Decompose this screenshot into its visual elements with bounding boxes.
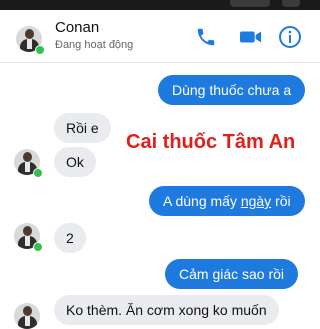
incoming-message: Rồi e — [54, 113, 111, 143]
incoming-message: Ok — [54, 147, 96, 177]
contact-name[interactable]: Conan — [55, 19, 99, 36]
incoming-message: Ko thèm. Ăn cơm xong ko muốn — [54, 295, 279, 325]
outgoing-message: Dùng thuốc chưa a — [158, 75, 306, 105]
chat-header: Conan Đang hoạt động — [0, 10, 320, 63]
outgoing-message: A dùng mấy ngày rồi — [149, 186, 305, 216]
contact-avatar-small — [14, 303, 40, 329]
message-list[interactable]: Dùng thuốc chưa a Rồi e Ok Cai thuốc Tâm… — [0, 63, 320, 329]
message-link[interactable]: ngày — [241, 193, 271, 209]
outgoing-message: Cảm giác sao rồi — [165, 259, 299, 289]
contact-status: Đang hoạt động — [55, 39, 134, 51]
incoming-message: 2 — [54, 223, 86, 253]
watermark-text: Cai thuốc Tâm An — [126, 131, 296, 153]
online-indicator — [35, 45, 45, 55]
top-strip-shape — [282, 0, 300, 7]
phone-icon[interactable] — [195, 26, 217, 48]
online-indicator — [33, 168, 43, 178]
top-strip-shape — [230, 0, 270, 7]
top-photo-strip — [0, 0, 320, 10]
message-text: rồi — [271, 193, 291, 209]
video-call-icon[interactable] — [238, 26, 264, 48]
online-indicator — [33, 242, 43, 252]
info-icon[interactable] — [278, 25, 302, 49]
message-text: A dùng mấy — [163, 193, 241, 209]
